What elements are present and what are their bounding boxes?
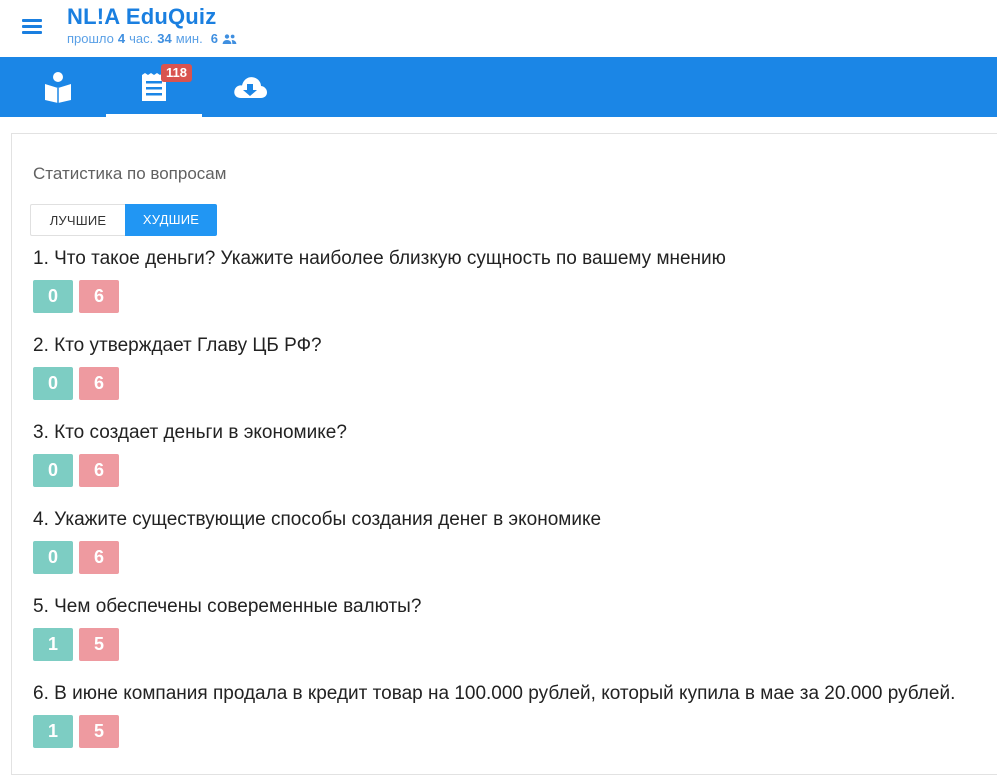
people-icon: [222, 33, 237, 44]
question-text: 1. Что такое деньги? Укажите наиболее бл…: [33, 248, 726, 269]
elapsed-hours: 4: [117, 31, 126, 46]
correct-count: 0: [33, 280, 73, 313]
wrong-count: 6: [79, 280, 119, 313]
wrong-count: 6: [79, 541, 119, 574]
question-item: 4. Укажите существующие способы создания…: [33, 509, 997, 596]
question-item: 5. Чем обеспечены совеременные валюты? 1…: [33, 596, 997, 683]
reader-icon: [45, 72, 71, 103]
app-header: NL!A EduQuiz прошло 4 час. 34 мин. 6: [0, 0, 997, 57]
elapsed-minutes-unit: мин.: [175, 31, 203, 46]
wrong-count: 6: [79, 367, 119, 400]
correct-count: 1: [33, 715, 73, 748]
tab-reader[interactable]: [10, 57, 106, 117]
question-item: 2. Кто утверждает Главу ЦБ РФ? 0 6: [33, 335, 997, 422]
elapsed-prefix: прошло: [67, 31, 114, 46]
elapsed-info: прошло 4 час. 34 мин. 6: [67, 31, 237, 46]
question-item: 6. В июне компания продала в кредит това…: [33, 683, 997, 770]
correct-count: 0: [33, 541, 73, 574]
question-text: 4. Укажите существующие способы создания…: [33, 509, 602, 530]
elapsed-minutes: 34: [157, 31, 172, 46]
wrong-count: 5: [79, 628, 119, 661]
question-text: 3. Кто создает деньги в экономике?: [33, 422, 347, 443]
correct-count: 1: [33, 628, 73, 661]
tab-download[interactable]: [202, 57, 298, 117]
correct-count: 0: [33, 367, 73, 400]
elapsed-hours-unit: час.: [129, 31, 154, 46]
tab-bar: 118: [0, 57, 997, 117]
section-title: Статистика по вопросам: [33, 164, 227, 183]
question-list: 1. Что такое деньги? Укажите наиболее бл…: [33, 248, 997, 770]
question-item: 1. Что такое деньги? Укажите наиболее бл…: [33, 248, 997, 335]
question-text: 6. В июне компания продала в кредит това…: [33, 683, 956, 704]
wrong-count: 5: [79, 715, 119, 748]
menu-icon[interactable]: [20, 16, 44, 36]
question-text: 2. Кто утверждает Главу ЦБ РФ?: [33, 335, 322, 356]
wrong-count: 6: [79, 454, 119, 487]
correct-count: 0: [33, 454, 73, 487]
participants-count: 6: [210, 31, 218, 46]
best-button[interactable]: Лучшие: [30, 204, 125, 236]
question-item: 3. Кто создает деньги в экономике? 0 6: [33, 422, 997, 509]
app-title: NL!A EduQuiz: [67, 4, 217, 29]
cloud-download-icon: [234, 77, 267, 98]
notification-badge: 118: [161, 64, 192, 82]
question-text: 5. Чем обеспечены совеременные валюты?: [33, 596, 422, 617]
best-worst-toggle: Лучшие Худшие: [30, 204, 217, 236]
worst-button[interactable]: Худшие: [125, 204, 217, 236]
